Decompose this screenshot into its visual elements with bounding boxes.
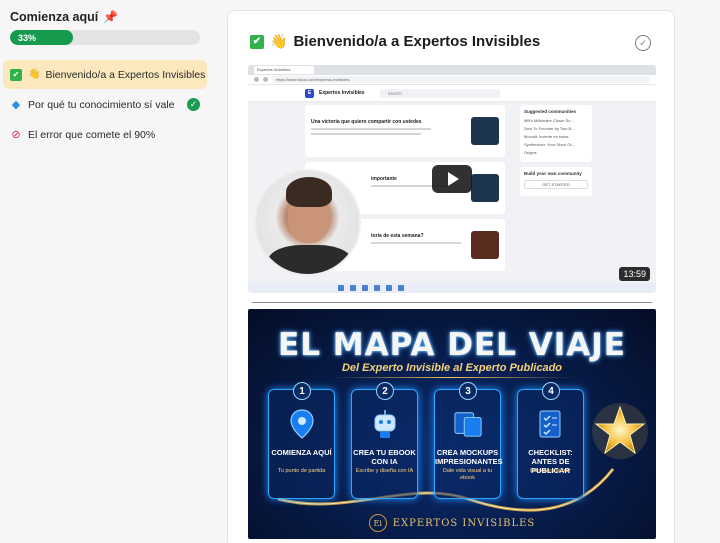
lesson-title: ✔ 👋 Bienvenido/a a Expertos Invisibles bbox=[250, 33, 540, 50]
taskbar-icon bbox=[386, 285, 392, 291]
text-line bbox=[311, 128, 431, 130]
step-title: CREA MOCKUPS IMPRESIONANTES bbox=[435, 448, 503, 466]
lesson-label: El error que comete el 90% bbox=[28, 128, 156, 141]
lesson-item-conocimiento[interactable]: ◆ Por qué tu conocimiento sí vale ✓ bbox=[3, 90, 207, 119]
lesson-item-bienvenido[interactable]: ✔ 👋 Bienvenido/a a Expertos Invisibles bbox=[3, 60, 207, 89]
presenter-webcam bbox=[254, 169, 361, 276]
lesson-list: ✔ 👋 Bienvenido/a a Expertos Invisibles ◆… bbox=[3, 60, 207, 150]
video-address-bar: https://www.skool.com/expertos-invisible… bbox=[248, 75, 656, 85]
location-pin-icon bbox=[287, 408, 317, 440]
post-thumbnail bbox=[471, 231, 499, 259]
banner-title: EL MAPA DEL VIAJE bbox=[278, 327, 626, 363]
logo-text: EXPERTOS INVISIBLES bbox=[392, 517, 536, 529]
step-desc: Escribe y diseña con IA bbox=[355, 468, 414, 474]
side-button: GET STARTED bbox=[524, 180, 588, 189]
video-player[interactable]: Expertos Invisibles https://www.skool.co… bbox=[248, 65, 656, 293]
side-item: Moonlit: Invierte en bolsa bbox=[524, 134, 569, 139]
presenter-shirt bbox=[268, 245, 352, 274]
video-url: https://www.skool.com/expertos-invisible… bbox=[272, 76, 650, 83]
waving-hand-icon: 👋 bbox=[28, 69, 41, 80]
no-entry-icon: ⊘ bbox=[11, 129, 21, 141]
content-divider bbox=[252, 302, 652, 303]
journey-step-1: 1 COMIENZA AQUÍ Tu punto de partida bbox=[268, 382, 335, 499]
step-number: 4 bbox=[542, 382, 560, 400]
taskbar-icon bbox=[374, 285, 380, 291]
side-item: Origins bbox=[524, 150, 537, 155]
section-title: Comienza aquí 📌 bbox=[10, 10, 118, 24]
side-item: MB's Millionaire Closer Sc... bbox=[524, 118, 574, 123]
lesson-label: Bienvenido/a a Expertos Invisibles bbox=[45, 68, 206, 81]
step-number: 2 bbox=[376, 382, 394, 400]
taskbar-icon bbox=[338, 285, 344, 291]
completed-check-icon: ✓ bbox=[187, 98, 200, 111]
journey-step-2: 2 CREA TU EBOOK CON IA Escribe y diseña … bbox=[351, 382, 418, 499]
banner-underline bbox=[332, 377, 572, 378]
mockup-icon bbox=[453, 408, 483, 440]
progress-bar: 33% bbox=[10, 30, 200, 45]
lesson-title-text: Bienvenido/a a Expertos Invisibles bbox=[293, 33, 541, 50]
video-side-panel: Suggested communities MB's Millionaire C… bbox=[520, 105, 592, 201]
video-community-name: Expertos Invisibles bbox=[319, 90, 365, 96]
video-duration: 13:59 bbox=[619, 267, 650, 281]
video-browser-tabs: Expertos Invisibles bbox=[248, 65, 656, 75]
taskbar-icon bbox=[398, 285, 404, 291]
play-button[interactable] bbox=[432, 165, 472, 193]
course-sidebar: Comienza aquí 📌 33% ✔ 👋 Bienvenido/a a E… bbox=[0, 0, 214, 543]
play-icon bbox=[448, 172, 459, 186]
logo-mark-icon: Ei bbox=[368, 514, 387, 532]
goal-star-icon bbox=[592, 403, 648, 459]
text-line bbox=[311, 133, 421, 135]
step-title: CREA TU EBOOK CON IA bbox=[353, 448, 416, 466]
waving-hand-icon: 👋 bbox=[270, 33, 288, 49]
back-icon bbox=[254, 77, 259, 82]
video-post: Una victoria que quiero compartir con us… bbox=[305, 105, 505, 157]
side-item: Synthesizer: Your Skool Gr... bbox=[524, 142, 575, 147]
video-browser-tab: Expertos Invisibles bbox=[254, 66, 314, 74]
pushpin-icon: 📌 bbox=[103, 10, 119, 24]
journey-step-4: 4 CHECKLIST: ANTES DE PUBLICAR Listo par… bbox=[517, 382, 584, 499]
lesson-content-card: ✔ 👋 Bienvenido/a a Expertos Invisibles ✓… bbox=[227, 10, 675, 543]
side-item: Zero To Founder by Tom B... bbox=[524, 126, 575, 131]
journey-step-3: 3 CREA MOCKUPS IMPRESIONANTES Dale vida … bbox=[434, 382, 503, 499]
post-thumbnail bbox=[471, 117, 499, 145]
lesson-item-error[interactable]: ⊘ El error que comete el 90% bbox=[3, 120, 207, 149]
side-box-title: Build your own community bbox=[524, 171, 582, 176]
post-thumbnail bbox=[471, 174, 499, 202]
step-desc: Dale vida visual a tu ebook bbox=[442, 468, 493, 481]
step-desc: Tu punto de partida bbox=[277, 468, 326, 474]
forward-icon bbox=[263, 77, 268, 82]
journey-map-banner: EL MAPA DEL VIAJE Del Experto Invisible … bbox=[248, 309, 656, 539]
text-line bbox=[371, 242, 461, 244]
section-title-text: Comienza aquí bbox=[10, 10, 99, 24]
video-search: Search bbox=[379, 88, 500, 98]
mark-complete-button[interactable]: ✓ bbox=[635, 35, 651, 51]
banner-logo: Ei EXPERTOS INVISIBLES bbox=[248, 514, 656, 532]
presenter-hair bbox=[286, 177, 332, 207]
banner-subtitle: Del Experto Invisible al Experto Publica… bbox=[341, 362, 563, 374]
step-number: 1 bbox=[293, 382, 311, 400]
robot-icon bbox=[370, 408, 400, 440]
build-community-box: Build your own community GET STARTED bbox=[520, 167, 592, 196]
taskbar-icon bbox=[362, 285, 368, 291]
video-taskbar bbox=[248, 283, 656, 293]
suggested-communities: Suggested communities MB's Millionaire C… bbox=[520, 105, 592, 162]
community-logo-icon: E bbox=[305, 88, 314, 98]
lesson-label: Por qué tu conocimiento sí vale bbox=[28, 98, 175, 111]
video-community-header: E Expertos Invisibles Search bbox=[248, 85, 656, 102]
side-box-title: Suggested communities bbox=[524, 109, 577, 114]
check-box-icon: ✔ bbox=[10, 68, 22, 81]
step-number: 3 bbox=[459, 382, 477, 400]
step-desc: Listo para lanzar bbox=[530, 468, 571, 474]
taskbar-icon bbox=[350, 285, 356, 291]
gem-icon: ◆ bbox=[11, 99, 21, 111]
step-title: COMIENZA AQUÍ bbox=[271, 448, 332, 457]
checklist-icon bbox=[536, 408, 566, 440]
check-box-icon: ✔ bbox=[250, 34, 264, 49]
progress-fill: 33% bbox=[10, 30, 73, 45]
progress-percent: 33% bbox=[18, 32, 37, 43]
